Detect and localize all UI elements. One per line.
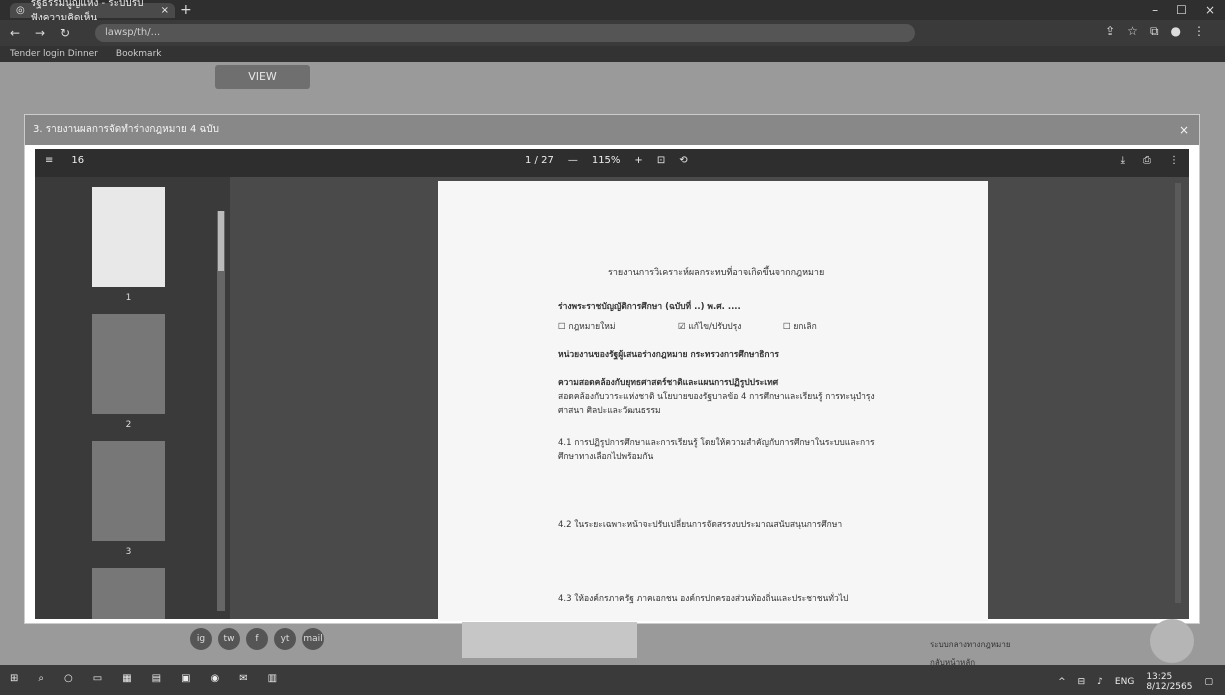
doc-checkbox-new: ☐ กฎหมายใหม่	[558, 322, 616, 332]
pdf-toolbar: ≡ 16 1 / 27 — 115% + ⊡ ⟲ ⤓ ⎙ ⋮	[35, 149, 1189, 177]
document-scrollbar[interactable]	[1175, 183, 1181, 603]
pdf-page: รายงานการวิเคราะห์ผลกระทบที่อาจเกิดขึ้นจ…	[438, 181, 988, 621]
toolbar-icons: ⇪ ☆ ⧉ ● ⋮	[1105, 24, 1205, 39]
download-icon[interactable]: ⤓	[1121, 155, 1125, 166]
fit-page-icon[interactable]: ⊡	[657, 155, 665, 166]
thumbnail-image	[92, 441, 165, 541]
doc-section-heading: ความสอดคล้องกับยุทธศาสตร์ชาติและแผนการปฏ…	[558, 378, 779, 388]
language-indicator[interactable]: ENG	[1115, 677, 1134, 687]
thumbnail-label: 1	[125, 293, 132, 303]
thumbnail-label: 3	[125, 547, 132, 557]
thumbnail-image	[92, 568, 165, 619]
modal-title: 3. รายงานผลการจัดทำร่างกฎหมาย 4 ฉบับ	[33, 124, 220, 135]
file-explorer-icon[interactable]: ▭	[93, 673, 102, 684]
footer-banner[interactable]	[462, 622, 637, 658]
network-icon[interactable]: ⊟	[1078, 677, 1086, 687]
profile-icon[interactable]: ●	[1171, 24, 1181, 39]
thumbnail-image	[92, 187, 165, 287]
close-window-icon[interactable]: ×	[1205, 3, 1215, 17]
pdf-viewer: ≡ 16 1 / 27 — 115% + ⊡ ⟲ ⤓ ⎙ ⋮ 1 2 3 ราย…	[35, 149, 1189, 621]
extensions-icon[interactable]: ⧉	[1150, 24, 1159, 39]
doc-agency: หน่วยงานของรัฐผู้เสนอร่างกฎหมาย กระทรวงก…	[558, 350, 779, 360]
menu-dots-icon[interactable]: ⋮	[1193, 24, 1205, 39]
chat-avatar[interactable]	[1150, 619, 1194, 663]
system-tray: ^ ⊟ ♪ ENG 13:25 8/12/2565 ▢	[1058, 672, 1213, 692]
back-icon[interactable]: ←	[10, 26, 20, 40]
doc-paragraph: 4.3 ให้องค์กรภาครัฐ ภาคเอกชน องค์กรปกครอ…	[558, 594, 849, 604]
twitter-icon[interactable]: tw	[218, 628, 240, 650]
window-controls: – ☐ ×	[1152, 3, 1215, 17]
app-icon[interactable]: ▥	[268, 673, 277, 684]
app-icon[interactable]: ▤	[152, 673, 161, 684]
minimize-icon[interactable]: –	[1152, 3, 1158, 17]
tab-close-icon[interactable]: ×	[161, 5, 169, 16]
bookmark-item[interactable]: Tender login Dinner	[10, 49, 98, 59]
instagram-icon[interactable]: ig	[190, 628, 212, 650]
document-page-count: 16	[71, 155, 85, 166]
url-input[interactable]: lawsp/th/...	[95, 24, 915, 42]
modal-close-icon[interactable]: ×	[1179, 115, 1189, 145]
sidebar-scrollbar[interactable]	[217, 211, 225, 611]
thumbnail-page[interactable]	[92, 568, 165, 619]
facebook-icon[interactable]: f	[246, 628, 268, 650]
task-view-icon[interactable]: ○	[64, 673, 73, 684]
windows-taskbar: ⊞ ⌕ ○ ▭ ▦ ▤ ▣ ◉ ✉ ▥ ^ ⊟ ♪ ENG 13:25 8/12/…	[0, 665, 1225, 695]
new-tab-button[interactable]: +	[180, 2, 192, 18]
pdf-modal: 3. รายงานผลการจัดทำร่างกฎหมาย 4 ฉบับ × ≡…	[24, 114, 1200, 624]
start-icon[interactable]: ⊞	[10, 673, 18, 684]
doc-checkbox-amend: ☑ แก้ไข/ปรับปรุง	[678, 322, 742, 332]
print-icon[interactable]: ⎙	[1143, 155, 1151, 166]
clock[interactable]: 13:25 8/12/2565	[1146, 672, 1192, 692]
app-icon[interactable]: ✉	[239, 673, 247, 684]
search-icon[interactable]: ⌕	[38, 673, 44, 684]
reload-icon[interactable]: ↻	[60, 26, 70, 40]
thumbnail-image	[92, 314, 165, 414]
app-icon[interactable]: ▦	[122, 673, 131, 684]
app-icon[interactable]: ▣	[181, 673, 190, 684]
doc-paragraph: 4.1 การปฏิรูปการศึกษาและการเรียนรู้ โดยใ…	[558, 438, 875, 462]
bookmarks-bar: Tender login Dinner Bookmark	[0, 46, 1225, 62]
tray-arrow-icon[interactable]: ^	[1058, 677, 1066, 687]
doc-title: รายงานการวิเคราะห์ผลกระทบที่อาจเกิดขึ้นจ…	[608, 268, 825, 278]
browser-titlebar: ◎ รัฐธรรมนูญแห่ง - ระบบรับฟังความคิดเห็น…	[0, 0, 1225, 24]
thumbnail-label: 2	[125, 420, 132, 430]
zoom-in-icon[interactable]: +	[634, 155, 642, 166]
notifications-icon[interactable]: ▢	[1204, 677, 1213, 687]
thumbnail-sidebar: 1 2 3	[35, 177, 230, 619]
thumbnail-page[interactable]: 2	[92, 314, 165, 430]
email-icon[interactable]: mail	[302, 628, 324, 650]
bookmark-item[interactable]: Bookmark	[116, 49, 162, 59]
chrome-icon[interactable]: ◉	[211, 673, 220, 684]
thumbnail-page[interactable]: 3	[92, 441, 165, 557]
doc-act-line: ร่างพระราชบัญญัติการศึกษา (ฉบับที่ ..) พ…	[558, 302, 741, 312]
youtube-icon[interactable]: yt	[274, 628, 296, 650]
zoom-out-icon[interactable]: —	[568, 155, 578, 166]
zoom-level[interactable]: 115%	[592, 155, 621, 166]
page-indicator[interactable]: 1 / 27	[525, 155, 554, 166]
forward-icon[interactable]: →	[35, 26, 45, 40]
address-bar-row: ← → ↻ lawsp/th/... ⇪ ☆ ⧉ ● ⋮	[0, 20, 1225, 46]
more-options-icon[interactable]: ⋮	[1169, 155, 1179, 166]
tab-favicon-icon: ◎	[16, 5, 25, 16]
view-button[interactable]: VIEW	[215, 65, 310, 89]
sidebar-toggle-icon[interactable]: ≡	[45, 155, 53, 166]
bookmark-star-icon[interactable]: ☆	[1127, 24, 1138, 39]
volume-icon[interactable]: ♪	[1097, 677, 1103, 687]
doc-paragraph: 4.2 ในระยะเฉพาะหน้าจะปรับเปลี่ยนการจัดสร…	[558, 520, 843, 530]
doc-checkbox-repeal: ☐ ยกเลิก	[783, 322, 817, 332]
maximize-icon[interactable]: ☐	[1176, 3, 1187, 17]
social-links: ig tw f yt mail	[190, 628, 324, 650]
rotate-icon[interactable]: ⟲	[679, 155, 687, 166]
footer-link[interactable]: ระบบกลางทางกฎหมาย	[930, 638, 1011, 651]
browser-tab[interactable]: ◎ รัฐธรรมนูญแห่ง - ระบบรับฟังความคิดเห็น…	[10, 0, 175, 24]
thumbnail-page[interactable]: 1	[92, 187, 165, 303]
share-icon[interactable]: ⇪	[1105, 24, 1115, 39]
doc-paragraph: สอดคล้องกับวาระแห่งชาติ นโยบายของรัฐบาลข…	[558, 392, 875, 416]
modal-header: 3. รายงานผลการจัดทำร่างกฎหมาย 4 ฉบับ ×	[25, 115, 1199, 145]
